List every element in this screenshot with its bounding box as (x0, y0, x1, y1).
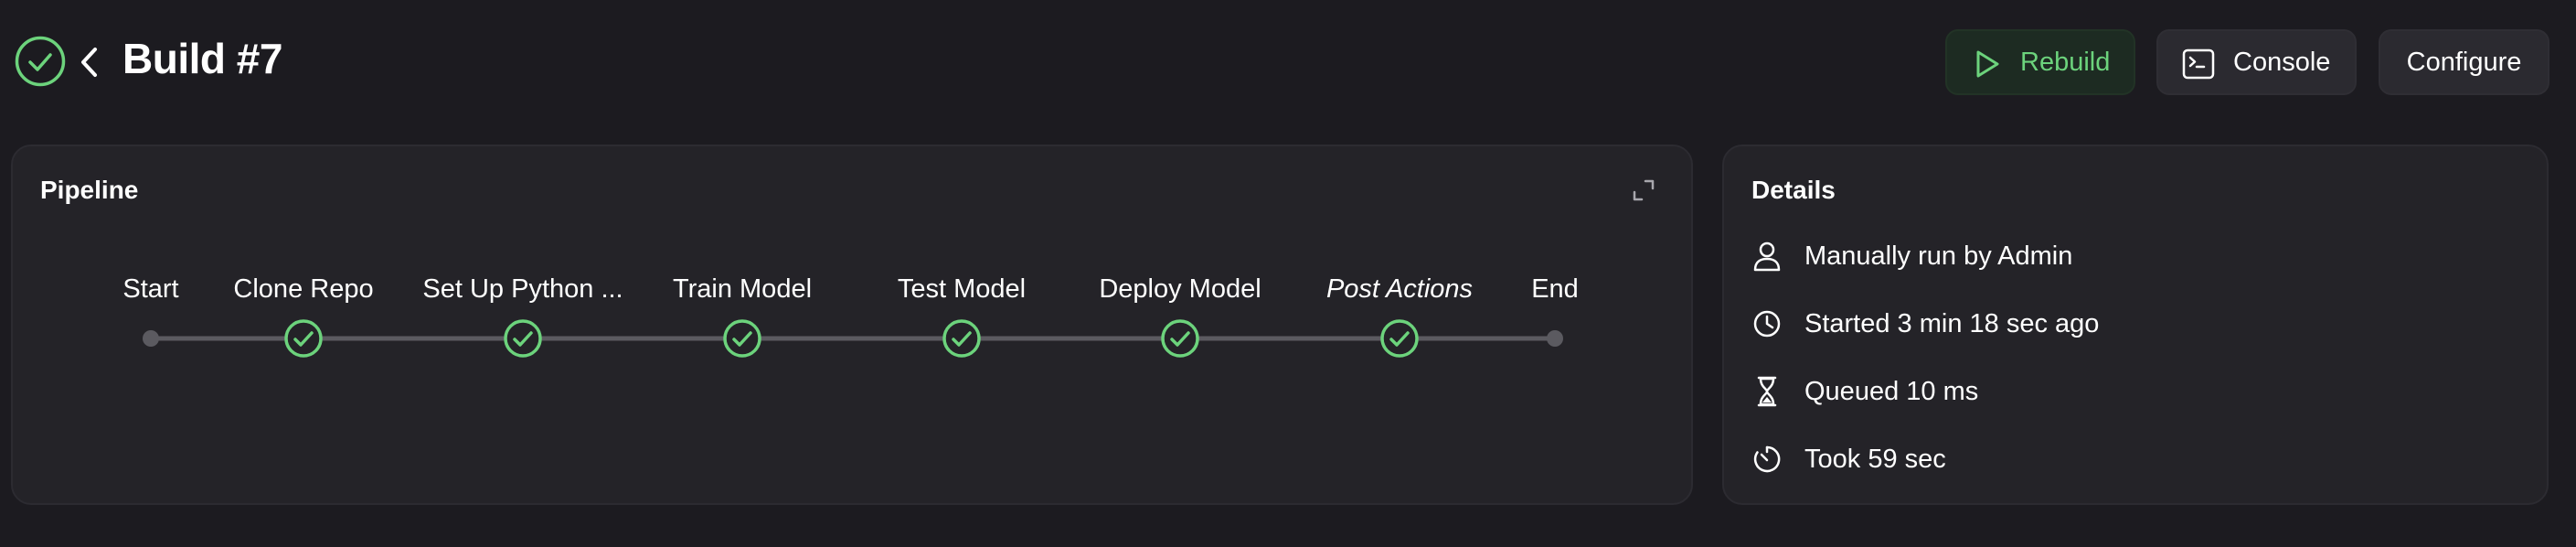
page-title: Build #7 (122, 35, 282, 82)
check-circle-icon (15, 36, 66, 87)
configure-label: Configure (2406, 47, 2522, 77)
play-icon (1976, 50, 1999, 78)
detail-started: Started 3 min 18 sec ago (1804, 308, 2100, 338)
console-button[interactable]: Console (2156, 29, 2357, 95)
stage-node-success[interactable] (942, 319, 981, 358)
detail-run-by: Manually run by Admin (1804, 241, 2073, 271)
stage-node-success[interactable] (1380, 319, 1419, 358)
stage-node-terminal (1547, 330, 1563, 347)
stage-node-success[interactable] (1161, 319, 1199, 358)
detail-queued: Queued 10 ms (1804, 376, 1979, 406)
user-icon (1753, 241, 1781, 272)
terminal-icon (2182, 48, 2215, 80)
configure-button[interactable]: Configure (2379, 29, 2549, 95)
detail-took: Took 59 sec (1804, 444, 1946, 474)
details-title: Details (1751, 176, 1836, 204)
details-card: Details Manually run by Admin Started 3 … (1722, 145, 2549, 505)
chevron-left-icon[interactable] (79, 46, 101, 79)
stage-node-success[interactable] (284, 319, 323, 358)
stage-node-success[interactable] (504, 319, 542, 358)
rebuild-label: Rebuild (2020, 47, 2111, 77)
timer-icon (1753, 445, 1781, 473)
console-label: Console (2233, 47, 2331, 77)
clock-icon (1753, 310, 1781, 338)
stage-node-terminal (143, 330, 159, 347)
page-header: Build #7 Rebuild Console Configure (0, 0, 2576, 124)
rebuild-button[interactable]: Rebuild (1945, 29, 2135, 95)
hourglass-icon (1757, 376, 1777, 407)
pipeline-graph (143, 319, 1563, 358)
pipeline-card: Pipeline Start Clone Repo Set Up Python ..… (11, 145, 1693, 505)
stage-node-success[interactable] (723, 319, 761, 358)
